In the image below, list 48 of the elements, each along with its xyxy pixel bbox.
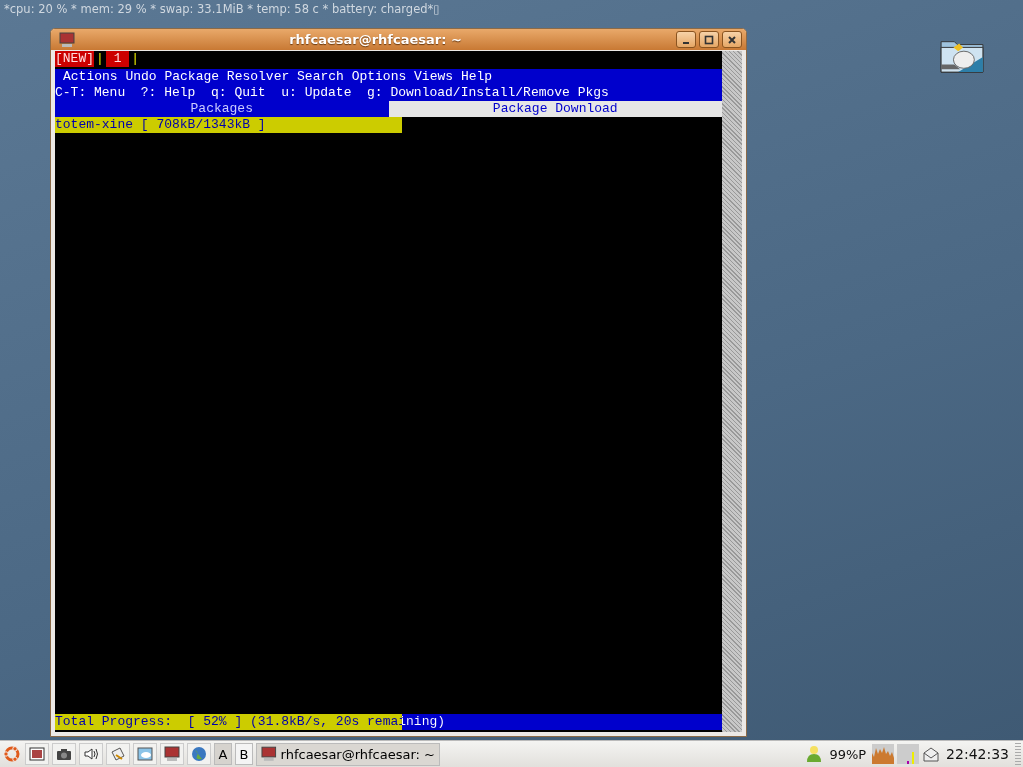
menu-item[interactable]: Views	[414, 69, 454, 85]
battery-text: 99%P	[828, 746, 868, 762]
terminal-button[interactable]	[160, 743, 184, 765]
minimize-icon	[683, 41, 689, 44]
cpu-graph-icon	[872, 744, 895, 764]
separator-text: |	[130, 51, 141, 67]
maximize-button[interactable]	[699, 31, 719, 48]
weather-button[interactable]	[133, 743, 157, 765]
clock[interactable]: 22:42:33	[943, 746, 1012, 762]
scrollbar[interactable]	[722, 51, 742, 732]
maximize-icon	[704, 34, 714, 45]
ubuntu-logo-icon[interactable]	[2, 744, 22, 764]
minimize-button[interactable]	[676, 31, 696, 48]
show-desktop-button[interactable]	[25, 743, 49, 765]
system-status-text: *cpu: 20 % * mem: 29 % * swap: 33.1MiB * temp: 58 c * battery: charged*▯	[4, 2, 440, 16]
menu-item[interactable]: Actions	[63, 69, 118, 85]
terminal-icon	[59, 31, 75, 48]
camera-button[interactable]	[52, 743, 76, 765]
terminal-icon	[261, 746, 277, 762]
workspace-button[interactable]: B	[235, 743, 253, 765]
desktop-icon	[29, 746, 45, 762]
mail-icon[interactable]	[922, 746, 941, 762]
menu-item[interactable]: Package	[164, 69, 220, 85]
taskbar-window-button[interactable]: rhfcaesar@rhfcaesar: ~	[256, 742, 440, 766]
camera-icon	[56, 746, 72, 762]
screen-window-tab[interactable]: [NEW]	[55, 51, 94, 67]
download-progress-row: totem-xine [ 708kB/1343kB ]	[55, 117, 402, 133]
monitor-icon	[164, 746, 180, 762]
speaker-icon	[83, 746, 99, 762]
globe-icon	[191, 746, 207, 762]
screen-window-tab[interactable]: 1	[105, 51, 130, 67]
volume-button[interactable]	[79, 743, 103, 765]
workspace-button[interactable]: A	[214, 743, 232, 765]
separator-text: |	[95, 51, 105, 67]
close-icon	[727, 34, 737, 45]
memory-graph-icon	[897, 744, 920, 764]
close-button[interactable]	[722, 31, 742, 48]
notes-button[interactable]	[106, 743, 130, 765]
menu-item[interactable]: Resolver	[226, 69, 290, 85]
view-tab[interactable]: Package Download	[388, 101, 722, 117]
menu-item[interactable]: Search	[297, 69, 344, 85]
menu-item[interactable]: Undo	[125, 69, 157, 85]
pencil-note-icon	[110, 746, 126, 762]
menu-item[interactable]: Help	[460, 69, 493, 85]
window-title: rhfcaesar@rhfcaesar: ~	[288, 32, 463, 47]
menu-item[interactable]: Options	[351, 69, 407, 85]
cloud-icon	[137, 746, 153, 762]
globe-button[interactable]	[187, 743, 211, 765]
